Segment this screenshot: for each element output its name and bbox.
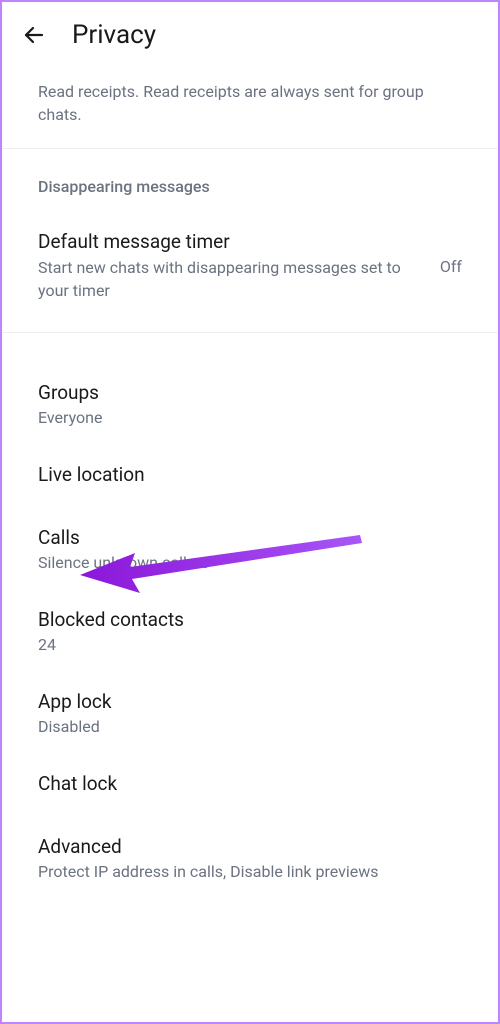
advanced-row[interactable]: Advanced Protect IP address in calls, Di… (2, 817, 498, 899)
read-receipts-text: Read receipts. Read receipts are always … (38, 80, 462, 126)
default-timer-title: Default message timer (38, 230, 420, 253)
app-lock-sub: Disabled (38, 717, 462, 736)
default-timer-value: Off (420, 257, 462, 276)
chat-lock-row[interactable]: Chat lock (2, 754, 498, 817)
blocked-contacts-title: Blocked contacts (38, 608, 462, 631)
calls-title: Calls (38, 526, 462, 549)
default-timer-text: Default message timer Start new chats wi… (38, 230, 420, 302)
header: Privacy (2, 2, 498, 68)
settings-list: Groups Everyone Live location Calls Sile… (2, 333, 498, 899)
calls-row[interactable]: Calls Silence unknown callers (2, 508, 498, 590)
groups-title: Groups (38, 381, 462, 404)
live-location-row[interactable]: Live location (2, 445, 498, 508)
blocked-contacts-row[interactable]: Blocked contacts 24 (2, 590, 498, 672)
page-title: Privacy (72, 20, 156, 50)
app-lock-row[interactable]: App lock Disabled (2, 672, 498, 754)
disappearing-section: Disappearing messages Default message ti… (2, 149, 498, 333)
read-receipts-partial: Read receipts. Read receipts are always … (2, 68, 498, 149)
groups-row[interactable]: Groups Everyone (2, 363, 498, 445)
advanced-sub: Protect IP address in calls, Disable lin… (38, 862, 462, 881)
calls-sub: Silence unknown callers (38, 553, 462, 572)
default-timer-row[interactable]: Default message timer Start new chats wi… (2, 216, 498, 322)
app-lock-title: App lock (38, 690, 462, 713)
back-icon[interactable] (22, 23, 46, 47)
chat-lock-title: Chat lock (38, 772, 462, 795)
disappearing-header: Disappearing messages (2, 173, 498, 216)
advanced-title: Advanced (38, 835, 462, 858)
blocked-contacts-sub: 24 (38, 635, 462, 654)
groups-sub: Everyone (38, 408, 462, 427)
live-location-title: Live location (38, 463, 462, 486)
default-timer-sub: Start new chats with disappearing messag… (38, 257, 420, 302)
